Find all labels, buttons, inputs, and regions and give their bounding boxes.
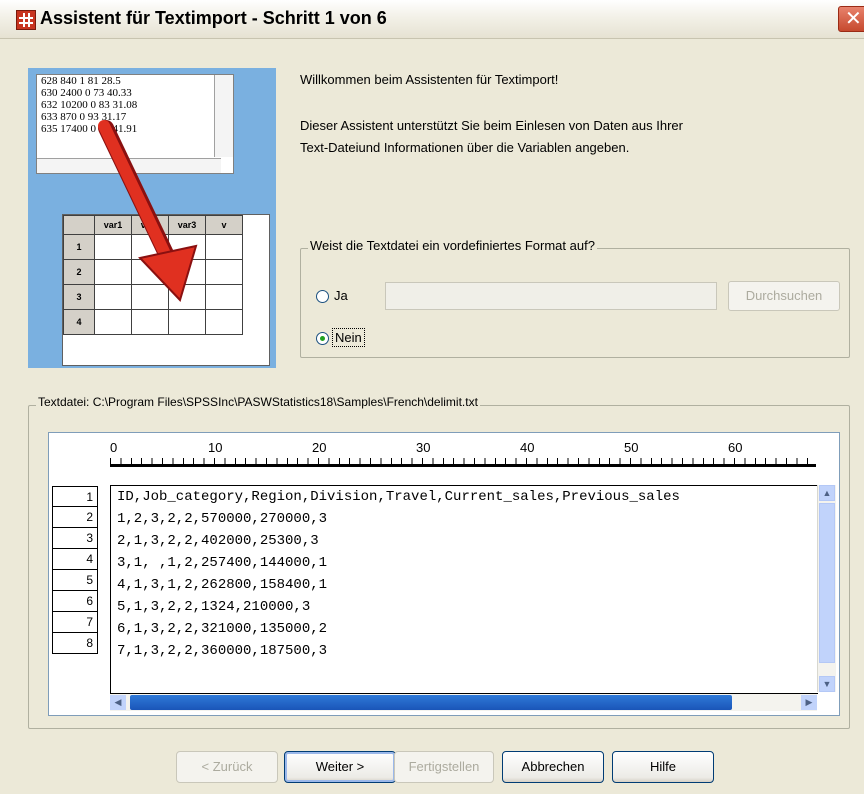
column-ruler: 0 10 20 30 40 50 60: [110, 440, 818, 470]
ruler-label: 10: [208, 440, 223, 455]
ruler-baseline: [110, 464, 816, 467]
ruler-label: 60: [728, 440, 743, 455]
next-button[interactable]: Weiter >: [284, 751, 396, 783]
line-number: 2: [52, 507, 98, 528]
description-line: Dieser Assistent unterstützt Sie beim Ei…: [300, 118, 683, 133]
ruler-label: 20: [312, 440, 327, 455]
data-line: 3,1, ,1,2,257400,144000,1: [117, 555, 328, 571]
description-line: Text-Dateiund Informationen über die Var…: [300, 140, 630, 155]
radio-no-label[interactable]: Nein: [332, 328, 365, 347]
radio-yes[interactable]: [316, 290, 329, 303]
line-number: 6: [52, 591, 98, 612]
line-number: 1: [52, 486, 98, 507]
line-number: 5: [52, 570, 98, 591]
line-number: 3: [52, 528, 98, 549]
scroll-left-arrow-icon[interactable]: ◀: [110, 695, 126, 710]
ruler-label: 40: [520, 440, 535, 455]
vertical-scrollbar[interactable]: ▲ ▼: [817, 485, 836, 692]
ruler-label: 0: [110, 440, 118, 455]
line-number: 4: [52, 549, 98, 570]
format-file-input[interactable]: [385, 282, 717, 310]
window-title: Assistent für Textimport - Schritt 1 von…: [40, 8, 387, 28]
data-line: 4,1,3,1,2,262800,158400,1: [117, 577, 328, 593]
radio-no[interactable]: [316, 332, 329, 345]
line-number-column: 1 2 3 4 5 6 7 8: [52, 486, 98, 654]
help-button[interactable]: Hilfe: [612, 751, 714, 783]
back-button[interactable]: < Zurück: [176, 751, 278, 783]
wizard-illustration: 628 840 1 81 28.5 630 2400 0 73 40.33 63…: [28, 68, 276, 368]
red-arrow-icon: [98, 120, 198, 302]
spss-app-icon: [16, 10, 36, 30]
title-bar: Assistent für Textimport - Schritt 1 von…: [0, 0, 864, 39]
radio-yes-label[interactable]: Ja: [334, 288, 348, 303]
finish-button[interactable]: Fertigstellen: [394, 751, 494, 783]
browse-button[interactable]: Durchsuchen: [728, 281, 840, 311]
vertical-scroll-thumb[interactable]: [819, 503, 835, 663]
scroll-down-arrow-icon[interactable]: ▼: [819, 676, 835, 692]
data-line: 2,1,3,2,2,402000,25300,3: [117, 533, 319, 549]
predefined-format-legend: Weist die Textdatei ein vordefiniertes F…: [308, 238, 597, 253]
horizontal-scrollbar[interactable]: ◀ ▶: [110, 694, 817, 711]
text-file-content[interactable]: ID,Job_category,Region,Division,Travel,C…: [110, 485, 818, 694]
cancel-button[interactable]: Abbrechen: [502, 751, 604, 783]
scroll-up-arrow-icon[interactable]: ▲: [819, 485, 835, 501]
scroll-right-arrow-icon[interactable]: ▶: [801, 695, 817, 710]
line-number: 8: [52, 633, 98, 654]
close-button[interactable]: ✕: [838, 6, 864, 32]
data-line: ID,Job_category,Region,Division,Travel,C…: [117, 489, 680, 505]
ruler-label: 30: [416, 440, 431, 455]
welcome-text: Willkommen beim Assistenten für Textimpo…: [300, 72, 559, 87]
horizontal-scroll-thumb[interactable]: [130, 695, 732, 710]
line-number: 7: [52, 612, 98, 633]
ruler-label: 50: [624, 440, 639, 455]
data-line: 6,1,3,2,2,321000,135000,2: [117, 621, 328, 637]
text-file-path-label: Textdatei: C:\Program Files\SPSSInc\PASW…: [36, 395, 480, 409]
data-line: 1,2,3,2,2,570000,270000,3: [117, 511, 328, 527]
data-line: 5,1,3,2,2,1324,210000,3: [117, 599, 311, 615]
data-line: 7,1,3,2,2,360000,187500,3: [117, 643, 328, 659]
